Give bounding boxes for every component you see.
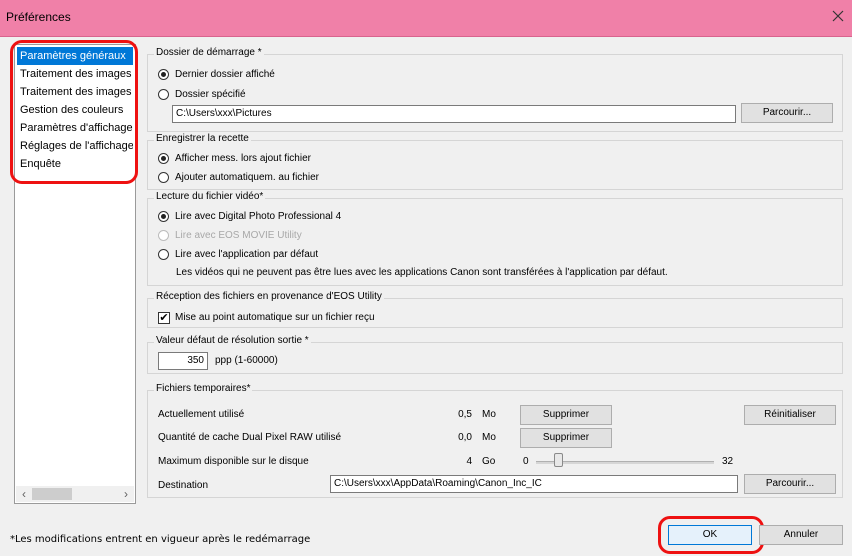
close-icon[interactable] xyxy=(830,8,846,24)
radio-last-folder[interactable] xyxy=(158,69,169,80)
slider-max-label: 32 xyxy=(722,456,734,467)
browse-destination-button[interactable]: Parcourir... xyxy=(744,474,836,494)
title-bar: Préférences xyxy=(0,0,852,37)
radio-label: Afficher mess. lors ajout fichier xyxy=(175,153,311,164)
cache-usage-value: 0,0 xyxy=(458,432,472,443)
recipe-group: Enregistrer la recette Afficher mess. lo… xyxy=(147,133,843,190)
reset-button[interactable]: Réinitialiser xyxy=(744,405,836,425)
group-legend: Valeur défaut de résolution sortie * xyxy=(154,335,311,346)
current-usage-label: Actuellement utilisé xyxy=(158,409,245,420)
video-note: Les vidéos qui ne peuvent pas être lues … xyxy=(176,267,668,278)
scroll-right-icon[interactable]: › xyxy=(120,487,132,501)
max-disk-value: 4 xyxy=(466,456,472,467)
radio-show-message[interactable] xyxy=(158,153,169,164)
group-legend: Lecture du fichier vidéo* xyxy=(154,191,266,202)
checkbox-label: Mise au point automatique sur un fichier… xyxy=(175,312,375,323)
radio-play-movie-utility xyxy=(158,230,169,241)
scrollbar-thumb[interactable] xyxy=(32,488,72,500)
delete-cache-button[interactable]: Supprimer xyxy=(520,428,612,448)
radio-auto-add[interactable] xyxy=(158,172,169,183)
radio-play-default-app[interactable] xyxy=(158,249,169,260)
current-usage-unit: Mo xyxy=(482,409,496,420)
browse-button[interactable]: Parcourir... xyxy=(741,103,833,123)
resolution-group: Valeur défaut de résolution sortie * 350… xyxy=(147,335,843,374)
max-disk-slider[interactable] xyxy=(554,453,564,467)
resolution-unit: ppp (1-60000) xyxy=(215,355,278,366)
destination-path-field[interactable]: C:\Users\xxx\AppData\Roaming\Canon_Inc_I… xyxy=(330,475,738,493)
group-legend: Fichiers temporaires* xyxy=(154,383,253,394)
delete-temp-button[interactable]: Supprimer xyxy=(520,405,612,425)
startup-path-field[interactable]: C:\Users\xxx\Pictures xyxy=(172,105,736,123)
resolution-field[interactable]: 350 xyxy=(158,352,208,370)
cache-usage-unit: Mo xyxy=(482,432,496,443)
scroll-left-icon[interactable]: ‹ xyxy=(18,487,30,501)
highlight-sidebar xyxy=(10,40,138,184)
highlight-ok xyxy=(658,516,764,554)
radio-label: Dernier dossier affiché xyxy=(175,69,275,80)
radio-play-dpp[interactable] xyxy=(158,211,169,222)
cache-usage-label: Quantité de cache Dual Pixel RAW utilisé xyxy=(158,432,342,443)
horizontal-scrollbar[interactable]: ‹ › xyxy=(16,486,134,502)
radio-label: Ajouter automatiquem. au fichier xyxy=(175,172,319,183)
video-playback-group: Lecture du fichier vidéo* Lire avec Digi… xyxy=(147,191,843,286)
autofocus-checkbox[interactable]: ✔ xyxy=(158,312,170,324)
temp-files-group: Fichiers temporaires* Actuellement utili… xyxy=(147,383,843,498)
radio-label: Lire avec EOS MOVIE Utility xyxy=(175,230,302,241)
max-disk-unit: Go xyxy=(482,456,496,467)
group-legend: Dossier de démarrage * xyxy=(154,47,264,58)
max-disk-label: Maximum disponible sur le disque xyxy=(158,456,309,467)
group-legend: Enregistrer la recette xyxy=(154,133,251,144)
cancel-button[interactable]: Annuler xyxy=(759,525,843,545)
radio-specific-folder[interactable] xyxy=(158,89,169,100)
window-title: Préférences xyxy=(6,10,71,24)
startup-folder-group: Dossier de démarrage * Dernier dossier a… xyxy=(147,47,843,132)
current-usage-value: 0,5 xyxy=(458,409,472,420)
radio-label: Dossier spécifié xyxy=(175,89,246,100)
group-legend: Réception des fichiers en provenance d'E… xyxy=(154,291,384,302)
slider-min-label: 0 xyxy=(523,456,529,467)
radio-label: Lire avec l'application par défaut xyxy=(175,249,319,260)
reception-group: Réception des fichiers en provenance d'E… xyxy=(147,291,843,328)
destination-label: Destination xyxy=(158,480,209,491)
restart-note: *Les modifications entrent en vigueur ap… xyxy=(10,534,311,545)
radio-label: Lire avec Digital Photo Professional 4 xyxy=(175,211,342,222)
